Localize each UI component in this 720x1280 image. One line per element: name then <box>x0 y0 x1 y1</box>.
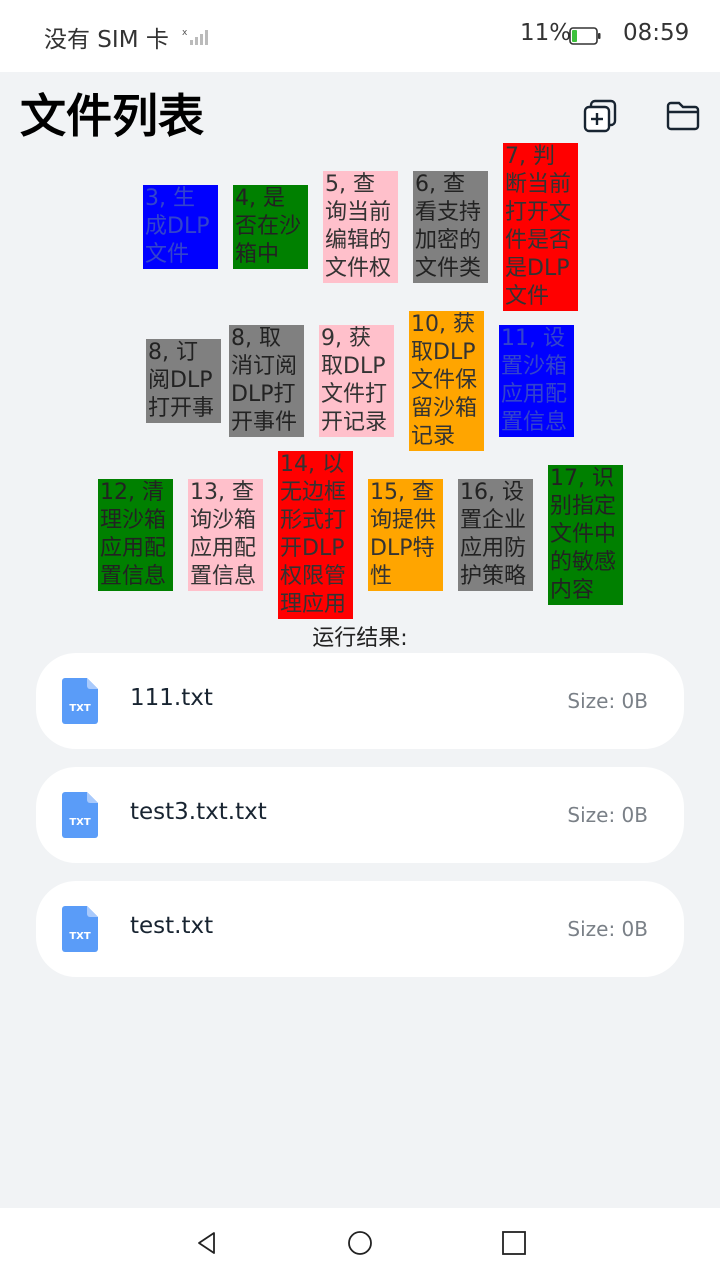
tile-is-dlp-file[interactable]: 7, 判断当前打开文件是否是DLP文件 <box>503 143 578 311</box>
status-bar: 没有 SIM 卡 x 11% 08:59 <box>0 0 720 72</box>
file-name: test3.txt.txt <box>130 799 267 825</box>
back-icon[interactable] <box>194 1230 220 1256</box>
txt-file-icon: TXT <box>62 678 98 724</box>
signal-icon: x <box>182 28 208 45</box>
home-icon[interactable] <box>347 1230 373 1256</box>
tile-unsubscribe-dlp-open[interactable]: 8, 取消订阅DLP打开事件 <box>229 325 304 437</box>
file-name: test.txt <box>130 913 214 939</box>
file-icon-label: TXT <box>69 817 91 828</box>
navigation-bar <box>0 1208 720 1280</box>
file-list-item[interactable]: TXT 111.txt Size: 0B <box>36 653 684 749</box>
tile-query-file-permission[interactable]: 5, 查询当前编辑的文件权限 <box>323 171 398 283</box>
battery-percent: 11% <box>520 20 572 46</box>
tile-open-dlp-manager[interactable]: 14, 以无边框形式打开DLP权限管理应用 <box>278 451 353 619</box>
tile-enterprise-policy[interactable]: 16, 设置企业应用防护策略 <box>458 479 533 591</box>
tile-sensitive-content[interactable]: 17, 识别指定文件中的敏感内容 <box>548 465 623 605</box>
tile-is-in-sandbox[interactable]: 4, 是否在沙箱中 <box>233 185 308 269</box>
tile-set-sandbox-config[interactable]: 11, 设置沙箱应用配置信息 <box>499 325 574 437</box>
file-size: Size: 0B <box>567 689 648 713</box>
tile-generate-dlp-file[interactable]: 3, 生成DLP文件 <box>143 185 218 269</box>
tile-dlp-open-records[interactable]: 9, 获取DLP文件打开记录 <box>319 325 394 437</box>
file-list-item[interactable]: TXT test.txt Size: 0B <box>36 881 684 977</box>
tile-query-dlp-feature[interactable]: 15, 查询提供DLP特性 <box>368 479 443 591</box>
txt-file-icon: TXT <box>62 906 98 952</box>
clock: 08:59 <box>623 20 690 46</box>
add-file-icon[interactable] <box>582 98 618 134</box>
tile-subscribe-dlp-open[interactable]: 8, 订阅DLP打开事件 <box>146 339 221 423</box>
tile-supported-file-types[interactable]: 6, 查看支持加密的文件类型 <box>413 171 488 283</box>
file-icon-label: TXT <box>69 703 91 714</box>
tile-sandbox-retention-records[interactable]: 10, 获取DLP文件保留沙箱记录 <box>409 311 484 451</box>
recents-icon[interactable] <box>501 1230 527 1256</box>
file-name: 111.txt <box>130 685 213 711</box>
tile-query-sandbox-config[interactable]: 13, 查询沙箱应用配置信息 <box>188 479 263 591</box>
tile-clear-sandbox-config[interactable]: 12, 清理沙箱应用配置信息 <box>98 479 173 591</box>
file-icon-label: TXT <box>69 931 91 942</box>
svg-text:x: x <box>182 28 188 38</box>
result-label: 运行结果: <box>312 626 408 651</box>
folder-icon[interactable] <box>665 98 701 134</box>
carrier-text: 没有 SIM 卡 <box>44 27 169 53</box>
file-list-item[interactable]: TXT test3.txt.txt Size: 0B <box>36 767 684 863</box>
txt-file-icon: TXT <box>62 792 98 838</box>
file-size: Size: 0B <box>567 803 648 827</box>
file-size: Size: 0B <box>567 917 648 941</box>
battery-icon <box>569 27 601 45</box>
page-title: 文件列表 <box>20 89 204 143</box>
